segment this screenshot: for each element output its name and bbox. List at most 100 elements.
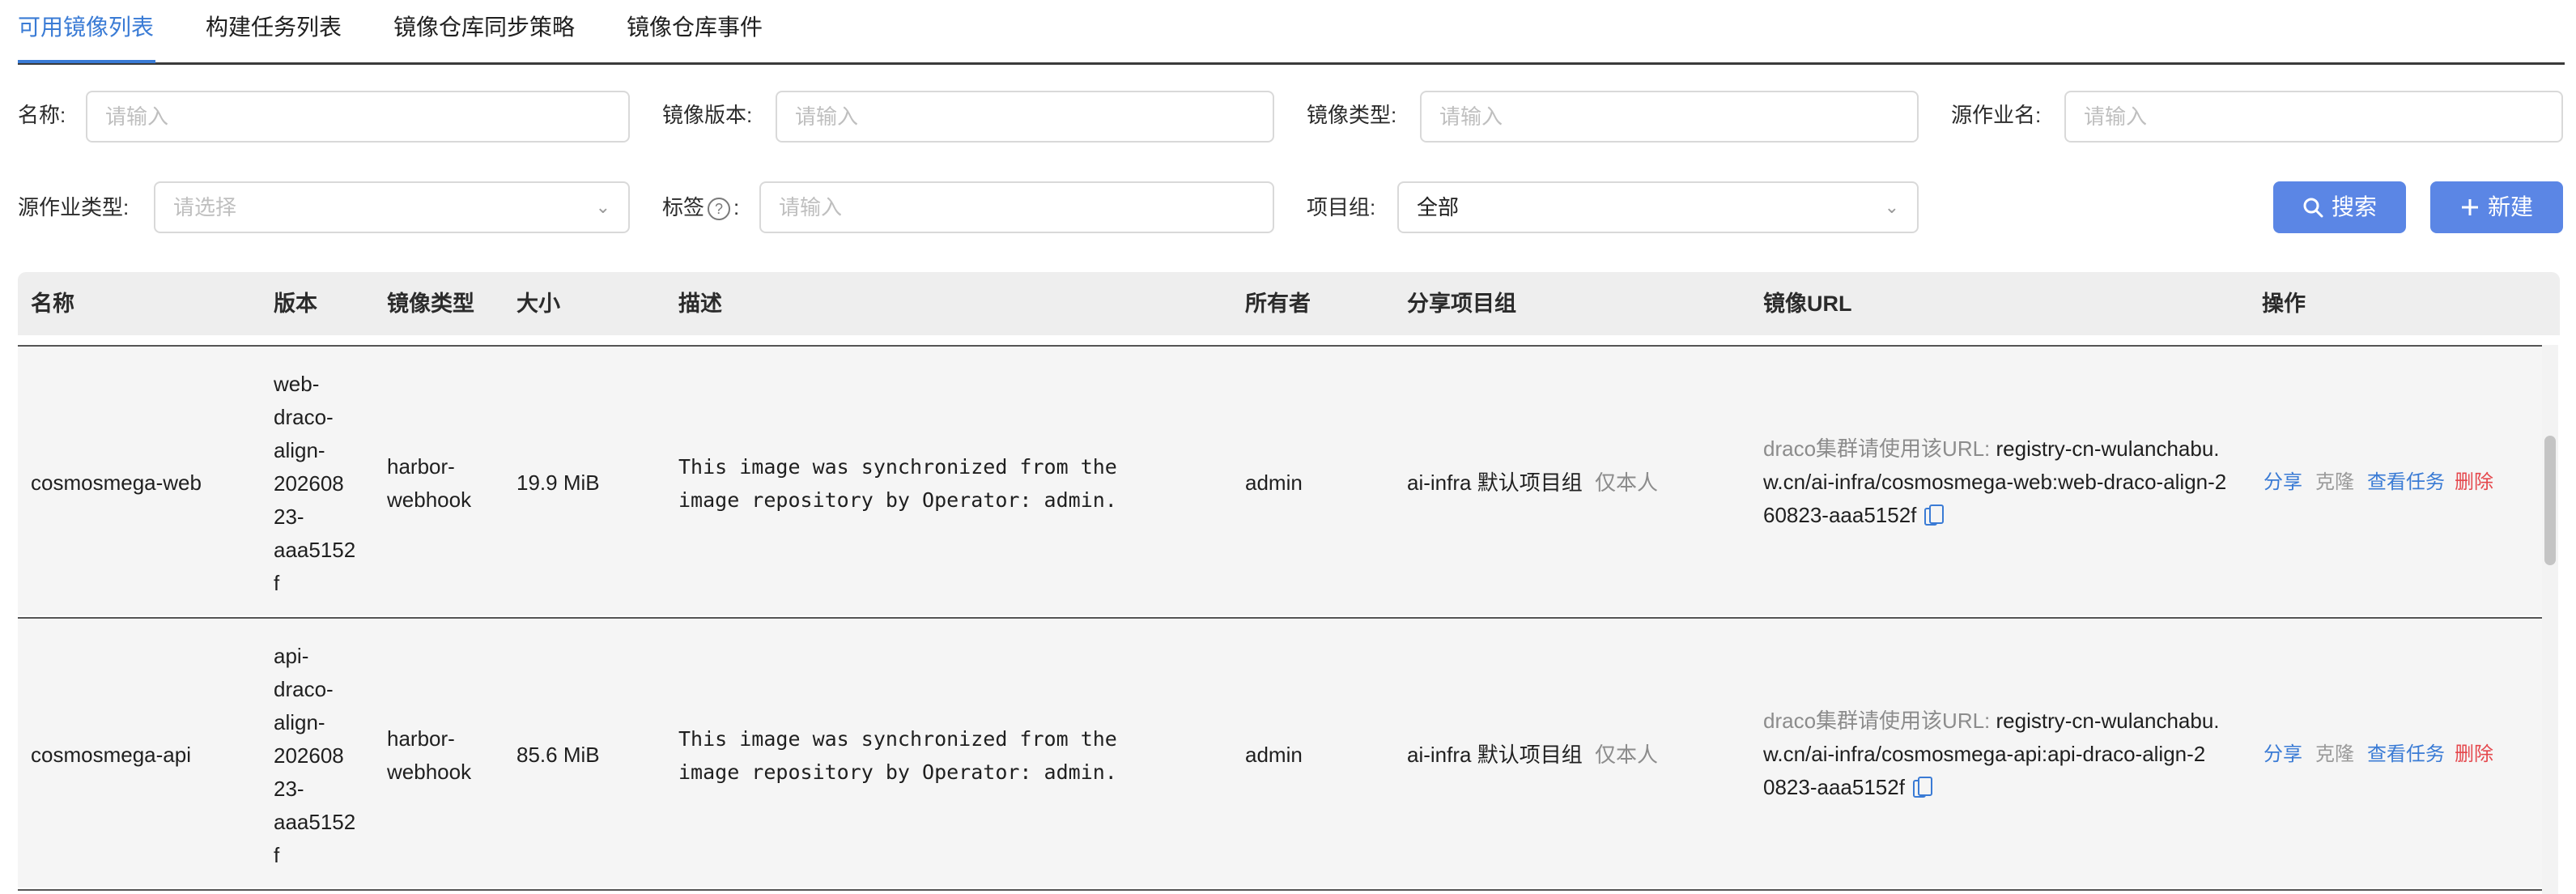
col-image-url: 镜像URL [1763, 292, 1852, 316]
tab-available-images[interactable]: 可用镜像列表 [18, 11, 154, 44]
source-job-filter-label: 源作业名: [1951, 103, 2042, 127]
version-filter-label: 镜像版本: [662, 103, 753, 127]
description-line: This image was synchronized from the [678, 455, 1117, 479]
col-size: 大小 [516, 292, 560, 316]
image-size: 85.6 MiB [516, 743, 600, 767]
table-row: cosmosmega-web web- draco- align- 202608… [18, 345, 2542, 615]
search-button-label: 搜索 [2331, 194, 2377, 219]
tab-repo-events[interactable]: 镜像仓库事件 [627, 11, 763, 44]
version-line: f [274, 843, 280, 867]
search-icon [2302, 181, 2323, 233]
image-description: This image was synchronized from the ima… [678, 722, 1117, 789]
image-version: web- draco- align- 202608 23- aaa5152 f [274, 368, 355, 600]
table-scrollbar-track[interactable] [2542, 345, 2558, 894]
source-job-type-select[interactable]: 请选择 ⌄ [154, 181, 630, 233]
version-line: f [274, 571, 280, 595]
view-tasks-action[interactable]: 查看任务 [2367, 466, 2445, 499]
question-circle-icon[interactable]: ? [708, 198, 731, 221]
col-version: 版本 [274, 292, 317, 316]
description-line: image repository by Operator: admin. [678, 760, 1117, 784]
image-version: api- draco- align- 202608 23- aaa5152 f [274, 640, 355, 872]
version-line: draco- [274, 677, 334, 701]
type-line: webhook [387, 760, 472, 784]
image-type: harbor- webhook [387, 450, 471, 517]
url-line: registry-cn-wulanchabu. [1990, 709, 2220, 733]
tab-build-tasks[interactable]: 构建任务列表 [206, 11, 342, 44]
url-prefix: draco集群请使用该URL: [1763, 709, 1991, 733]
version-line: 202608 [274, 743, 344, 768]
image-name: cosmosmega-api [31, 743, 191, 767]
tags-label-colon: : [733, 195, 740, 219]
header-spacer [18, 335, 2542, 345]
delete-action[interactable]: 删除 [2455, 739, 2493, 771]
tab-sync-policy[interactable]: 镜像仓库同步策略 [393, 11, 575, 44]
type-line: harbor- [387, 726, 455, 751]
project-select-value: 全部 [1417, 195, 1460, 219]
image-size: 19.9 MiB [516, 470, 600, 495]
share-action[interactable]: 分享 [2264, 466, 2302, 499]
image-description: This image was synchronized from the ima… [678, 450, 1117, 517]
type-line: webhook [387, 487, 472, 512]
table-scrollbar-thumb[interactable] [2544, 436, 2556, 565]
plus-icon [2460, 181, 2480, 233]
version-line: aaa5152 [274, 538, 356, 562]
view-tasks-action[interactable]: 查看任务 [2367, 739, 2445, 771]
name-filter-label: 名称: [18, 103, 66, 127]
image-name: cosmosmega-web [31, 470, 202, 495]
share-group-name: ai-infra 默认项目组 [1407, 470, 1583, 495]
tab-bar: 可用镜像列表 构建任务列表 镜像仓库同步策略 镜像仓库事件 [18, 0, 2565, 65]
col-actions: 操作 [2262, 292, 2306, 316]
col-owner: 所有者 [1245, 292, 1311, 316]
image-owner: admin [1245, 743, 1303, 767]
create-button-label: 新建 [2487, 194, 2533, 219]
version-line: 23- [274, 777, 304, 801]
version-line: align- [274, 438, 325, 462]
share-group: ai-infra 默认项目组 仅本人 [1407, 466, 1658, 500]
version-filter-input[interactable] [776, 91, 1274, 143]
clone-action[interactable]: 克隆 [2315, 739, 2354, 771]
image-url: draco集群请使用该URL: registry-cn-wulanchabu. … [1763, 705, 2249, 804]
type-filter-label: 镜像类型: [1307, 103, 1397, 127]
image-owner: admin [1245, 470, 1303, 495]
create-button[interactable]: 新建 [2430, 181, 2563, 233]
chevron-down-icon: ⌄ [1884, 197, 1899, 217]
project-filter-label: 项目组: [1307, 195, 1376, 219]
source-job-filter-input[interactable] [2064, 91, 2563, 143]
version-line: 202608 [274, 471, 344, 496]
col-image-type: 镜像类型 [387, 292, 474, 316]
active-tab-indicator [18, 60, 155, 63]
source-job-type-placeholder: 请选择 [173, 195, 237, 219]
chevron-down-icon: ⌄ [595, 197, 610, 217]
description-line: image repository by Operator: admin. [678, 488, 1117, 512]
version-line: web- [274, 372, 320, 396]
share-action[interactable]: 分享 [2264, 739, 2302, 771]
share-group-name: ai-infra 默认项目组 [1407, 743, 1583, 767]
version-line: 23- [274, 504, 304, 529]
name-filter-input[interactable] [86, 91, 630, 143]
copy-icon[interactable] [1912, 777, 1932, 798]
description-line: This image was synchronized from the [678, 727, 1117, 751]
image-url: draco集群请使用该URL: registry-cn-wulanchabu. … [1763, 432, 2249, 532]
delete-action[interactable]: 删除 [2455, 466, 2493, 499]
url-line: registry-cn-wulanchabu. [1990, 436, 2220, 461]
image-type: harbor- webhook [387, 722, 471, 789]
url-line: 60823-aaa5152f [1763, 503, 1917, 527]
row-divider [18, 889, 2542, 891]
type-line: harbor- [387, 454, 455, 479]
version-line: api- [274, 644, 309, 668]
version-line: aaa5152 [274, 810, 356, 834]
url-prefix: draco集群请使用该URL: [1763, 436, 1991, 461]
share-scope: 仅本人 [1594, 470, 1658, 495]
copy-icon[interactable] [1924, 504, 1945, 526]
col-share-group: 分享项目组 [1407, 292, 1516, 316]
project-select[interactable]: 全部 ⌄ [1397, 181, 1919, 233]
share-scope: 仅本人 [1594, 743, 1658, 767]
col-name: 名称 [31, 292, 74, 316]
clone-action[interactable]: 克隆 [2315, 466, 2354, 499]
tags-filter-input[interactable] [759, 181, 1274, 233]
search-button[interactable]: 搜索 [2273, 181, 2406, 233]
table-header: 名称 版本 镜像类型 大小 描述 所有者 分享项目组 镜像URL 操作 [18, 272, 2560, 335]
version-line: align- [274, 710, 325, 734]
col-description: 描述 [678, 292, 722, 316]
type-filter-input[interactable] [1420, 91, 1919, 143]
